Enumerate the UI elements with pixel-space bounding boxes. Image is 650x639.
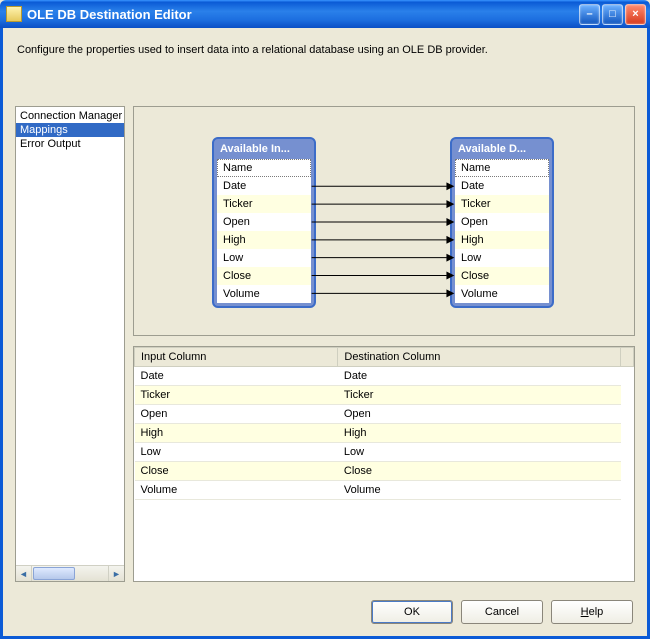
destination-column-close[interactable]: Close	[455, 267, 549, 285]
mapping-grid[interactable]: Input Column Destination Column DateDate…	[133, 346, 635, 582]
destination-column-date[interactable]: Date	[455, 177, 549, 195]
cell-input[interactable]: High	[135, 424, 338, 443]
input-column-ticker[interactable]: Ticker	[217, 195, 311, 213]
cell-destination[interactable]: Volume	[338, 481, 621, 500]
scroll-left-icon[interactable]: ◄	[16, 566, 32, 581]
cell-destination[interactable]: Close	[338, 462, 621, 481]
navigation-pane: Connection ManagerMappingsError Output ◄…	[15, 106, 125, 582]
close-button[interactable]: ×	[625, 4, 646, 25]
available-input-box[interactable]: Available In... NameDateTickerOpenHighLo…	[212, 137, 316, 308]
nav-scrollbar[interactable]: ◄ ►	[16, 565, 124, 581]
cell-destination[interactable]: Low	[338, 443, 621, 462]
titlebar[interactable]: OLE DB Destination Editor – □ ×	[0, 0, 650, 28]
maximize-button[interactable]: □	[602, 4, 623, 25]
minimize-button[interactable]: –	[579, 4, 600, 25]
table-row[interactable]: VolumeVolume	[135, 481, 634, 500]
available-destination-box[interactable]: Available D... NameDateTickerOpenHighLow…	[450, 137, 554, 308]
input-column-volume[interactable]: Volume	[217, 285, 311, 303]
help-button[interactable]: Help	[551, 600, 633, 624]
cell-input[interactable]: Low	[135, 443, 338, 462]
app-icon	[6, 6, 22, 22]
destination-column-ticker[interactable]: Ticker	[455, 195, 549, 213]
nav-item-connection-manager[interactable]: Connection Manager	[16, 109, 124, 123]
table-row[interactable]: HighHigh	[135, 424, 634, 443]
cancel-label: Cancel	[485, 606, 519, 618]
cell-input[interactable]: Open	[135, 405, 338, 424]
cell-destination[interactable]: Ticker	[338, 386, 621, 405]
table-row[interactable]: OpenOpen	[135, 405, 634, 424]
cell-destination[interactable]: High	[338, 424, 621, 443]
cell-destination[interactable]: Open	[338, 405, 621, 424]
input-column-date[interactable]: Date	[217, 177, 311, 195]
help-u: H	[581, 606, 589, 618]
cell-input[interactable]: Volume	[135, 481, 338, 500]
input-column-open[interactable]: Open	[217, 213, 311, 231]
destination-column-volume[interactable]: Volume	[455, 285, 549, 303]
input-column-close[interactable]: Close	[217, 267, 311, 285]
nav-item-mappings[interactable]: Mappings	[16, 123, 124, 137]
cell-input[interactable]: Ticker	[135, 386, 338, 405]
destination-column-name[interactable]: Name	[455, 159, 549, 177]
description-text: Configure the properties used to insert …	[3, 28, 647, 82]
cell-input[interactable]: Close	[135, 462, 338, 481]
destination-box-header: Available D...	[452, 139, 552, 159]
ok-label: OK	[404, 606, 420, 618]
table-row[interactable]: LowLow	[135, 443, 634, 462]
grid-header-destination[interactable]: Destination Column	[338, 348, 621, 367]
input-box-header: Available In...	[214, 139, 314, 159]
grid-header-input[interactable]: Input Column	[135, 348, 338, 367]
table-row[interactable]: DateDate	[135, 367, 634, 386]
table-row[interactable]: CloseClose	[135, 462, 634, 481]
mapping-lines	[134, 107, 634, 335]
table-row[interactable]: TickerTicker	[135, 386, 634, 405]
window-title: OLE DB Destination Editor	[27, 7, 192, 22]
destination-column-low[interactable]: Low	[455, 249, 549, 267]
destination-column-high[interactable]: High	[455, 231, 549, 249]
mapping-diagram[interactable]: Available In... NameDateTickerOpenHighLo…	[133, 106, 635, 336]
nav-item-error-output[interactable]: Error Output	[16, 137, 124, 151]
help-label: elp	[589, 606, 604, 618]
cell-destination[interactable]: Date	[338, 367, 621, 386]
scroll-right-icon[interactable]: ►	[108, 566, 124, 581]
input-column-high[interactable]: High	[217, 231, 311, 249]
destination-column-open[interactable]: Open	[455, 213, 549, 231]
input-column-name[interactable]: Name	[217, 159, 311, 177]
ok-button[interactable]: OK	[371, 600, 453, 624]
scroll-thumb[interactable]	[33, 567, 75, 580]
cell-input[interactable]: Date	[135, 367, 338, 386]
cancel-button[interactable]: Cancel	[461, 600, 543, 624]
input-column-low[interactable]: Low	[217, 249, 311, 267]
grid-header-corner	[621, 348, 634, 367]
